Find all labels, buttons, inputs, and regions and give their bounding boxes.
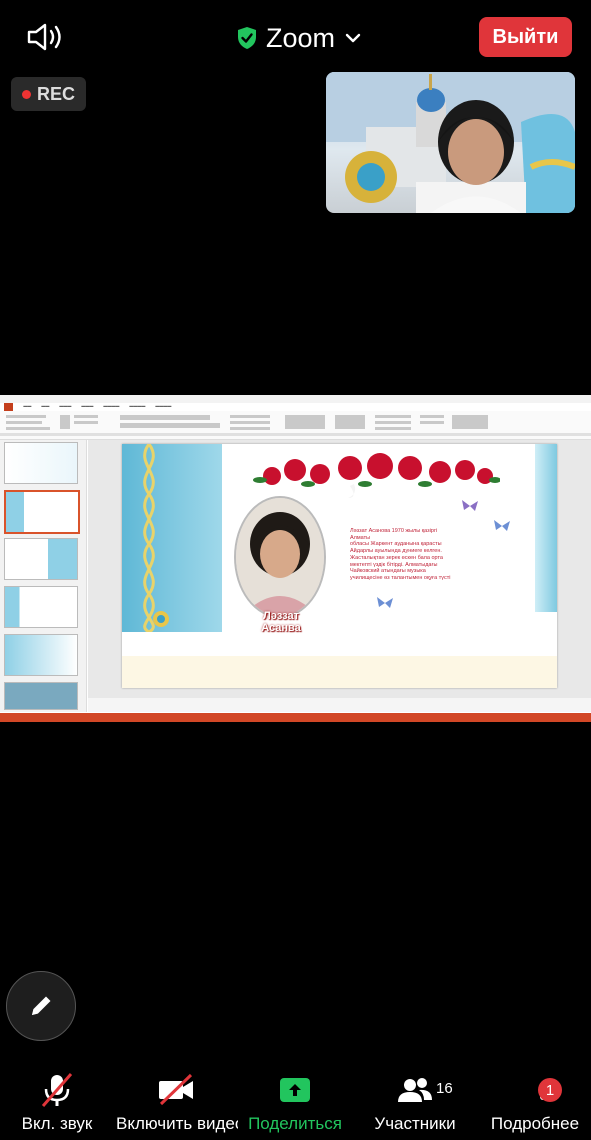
current-slide: Ләззат Асанва Ләззат Асанова 1970 жылы қ… [122, 444, 557, 688]
slide-bottom-band [122, 656, 557, 688]
ribbon-tab: ▬▬▬▬ [129, 403, 146, 408]
chevron-down-icon [345, 33, 361, 43]
rec-label: REC [36, 83, 75, 104]
more-button[interactable]: Подробнее [486, 1072, 584, 1134]
participants-label: Участники [374, 1114, 456, 1133]
audio-button[interactable]: Вкл. звук [14, 1072, 100, 1134]
ribbon-tab: ▬▬ [23, 403, 32, 408]
name-caption-line: Асанва [261, 622, 301, 634]
speaker-icon[interactable] [26, 22, 64, 52]
microphone-muted-icon [41, 1073, 73, 1107]
ribbon-toolbar [0, 411, 591, 440]
bio-text: Ләззат Асанова 1970 жылы қазіргі Алматы … [350, 528, 451, 581]
shield-check-icon [238, 27, 256, 49]
participants-icon [398, 1078, 432, 1102]
participant-video-frame [326, 72, 575, 213]
notes-pane[interactable] [88, 698, 591, 712]
notification-badge: 1 [538, 1078, 562, 1102]
slide-right-band [535, 444, 557, 612]
ribbon-tabs: ▬▬ ▬▬ ▬▬▬ ▬▬▬ ▬▬▬▬ ▬▬▬▬ ▬▬▬▬ [0, 403, 591, 411]
slide-thumbnail[interactable] [4, 538, 78, 580]
pencil-icon [32, 996, 51, 1015]
share-screen-icon [280, 1078, 310, 1102]
annotate-button[interactable] [6, 971, 76, 1041]
ornament-pattern [143, 444, 155, 632]
ribbon-tab: ▬▬▬ [81, 403, 94, 408]
roses-decoration [253, 453, 500, 498]
slide-thumbnails [0, 440, 87, 712]
video-label: Включить видео [116, 1114, 238, 1133]
slide-thumbnail[interactable] [4, 490, 80, 534]
meeting-title[interactable]: Zoom [236, 20, 361, 56]
participants-count: 16 [436, 1080, 453, 1097]
name-caption-line: Ләззат [263, 610, 299, 622]
more-label: Подробнее [490, 1114, 580, 1133]
record-dot-icon [21, 89, 31, 99]
meeting-name: Zoom [266, 22, 336, 53]
shared-screen[interactable]: ▬▬ ▬▬ ▬▬▬ ▬▬▬ ▬▬▬▬ ▬▬▬▬ ▬▬▬▬ Ләззат Асан… [0, 395, 591, 722]
status-bar [0, 713, 591, 722]
leave-button[interactable]: Выйти [479, 17, 572, 57]
slide-thumbnail[interactable] [4, 586, 78, 628]
emblem-icon [153, 611, 169, 627]
share-button[interactable]: Поделиться [245, 1072, 345, 1134]
app-title-bar [0, 395, 591, 403]
ribbon-tab: ▬▬▬ [59, 403, 72, 408]
ribbon-tab: ▬▬▬▬ [155, 403, 172, 408]
ribbon-controls [0, 415, 591, 436]
video-button[interactable]: Включить видео [113, 1072, 238, 1134]
name-caption: Ләззат Асанва [246, 610, 316, 634]
audio-label: Вкл. звук [21, 1114, 93, 1133]
file-tab [4, 403, 14, 411]
butterfly-icon [377, 597, 393, 608]
ribbon-tab: ▬▬ [41, 403, 50, 408]
slide-thumbnail[interactable] [4, 682, 78, 710]
slide-canvas: Ләззат Асанва Ләззат Асанова 1970 жылы қ… [88, 440, 591, 698]
butterfly-icon [462, 500, 478, 511]
meeting-controls: Вкл. звук Включить видео Поделиться Учас… [0, 1072, 591, 1140]
video-camera-off-icon [158, 1073, 193, 1106]
slide-thumbnail[interactable] [4, 442, 78, 484]
recording-badge: REC [11, 77, 86, 111]
portrait-image [236, 498, 324, 616]
ribbon-tab: ▬▬▬▬ [103, 403, 120, 408]
portrait-photo [234, 496, 326, 618]
meeting-top-bar: Zoom Выйти [0, 0, 591, 76]
share-label: Поделиться [248, 1114, 342, 1133]
participant-video-tile[interactable] [326, 72, 575, 213]
slide-thumbnail[interactable] [4, 634, 78, 676]
